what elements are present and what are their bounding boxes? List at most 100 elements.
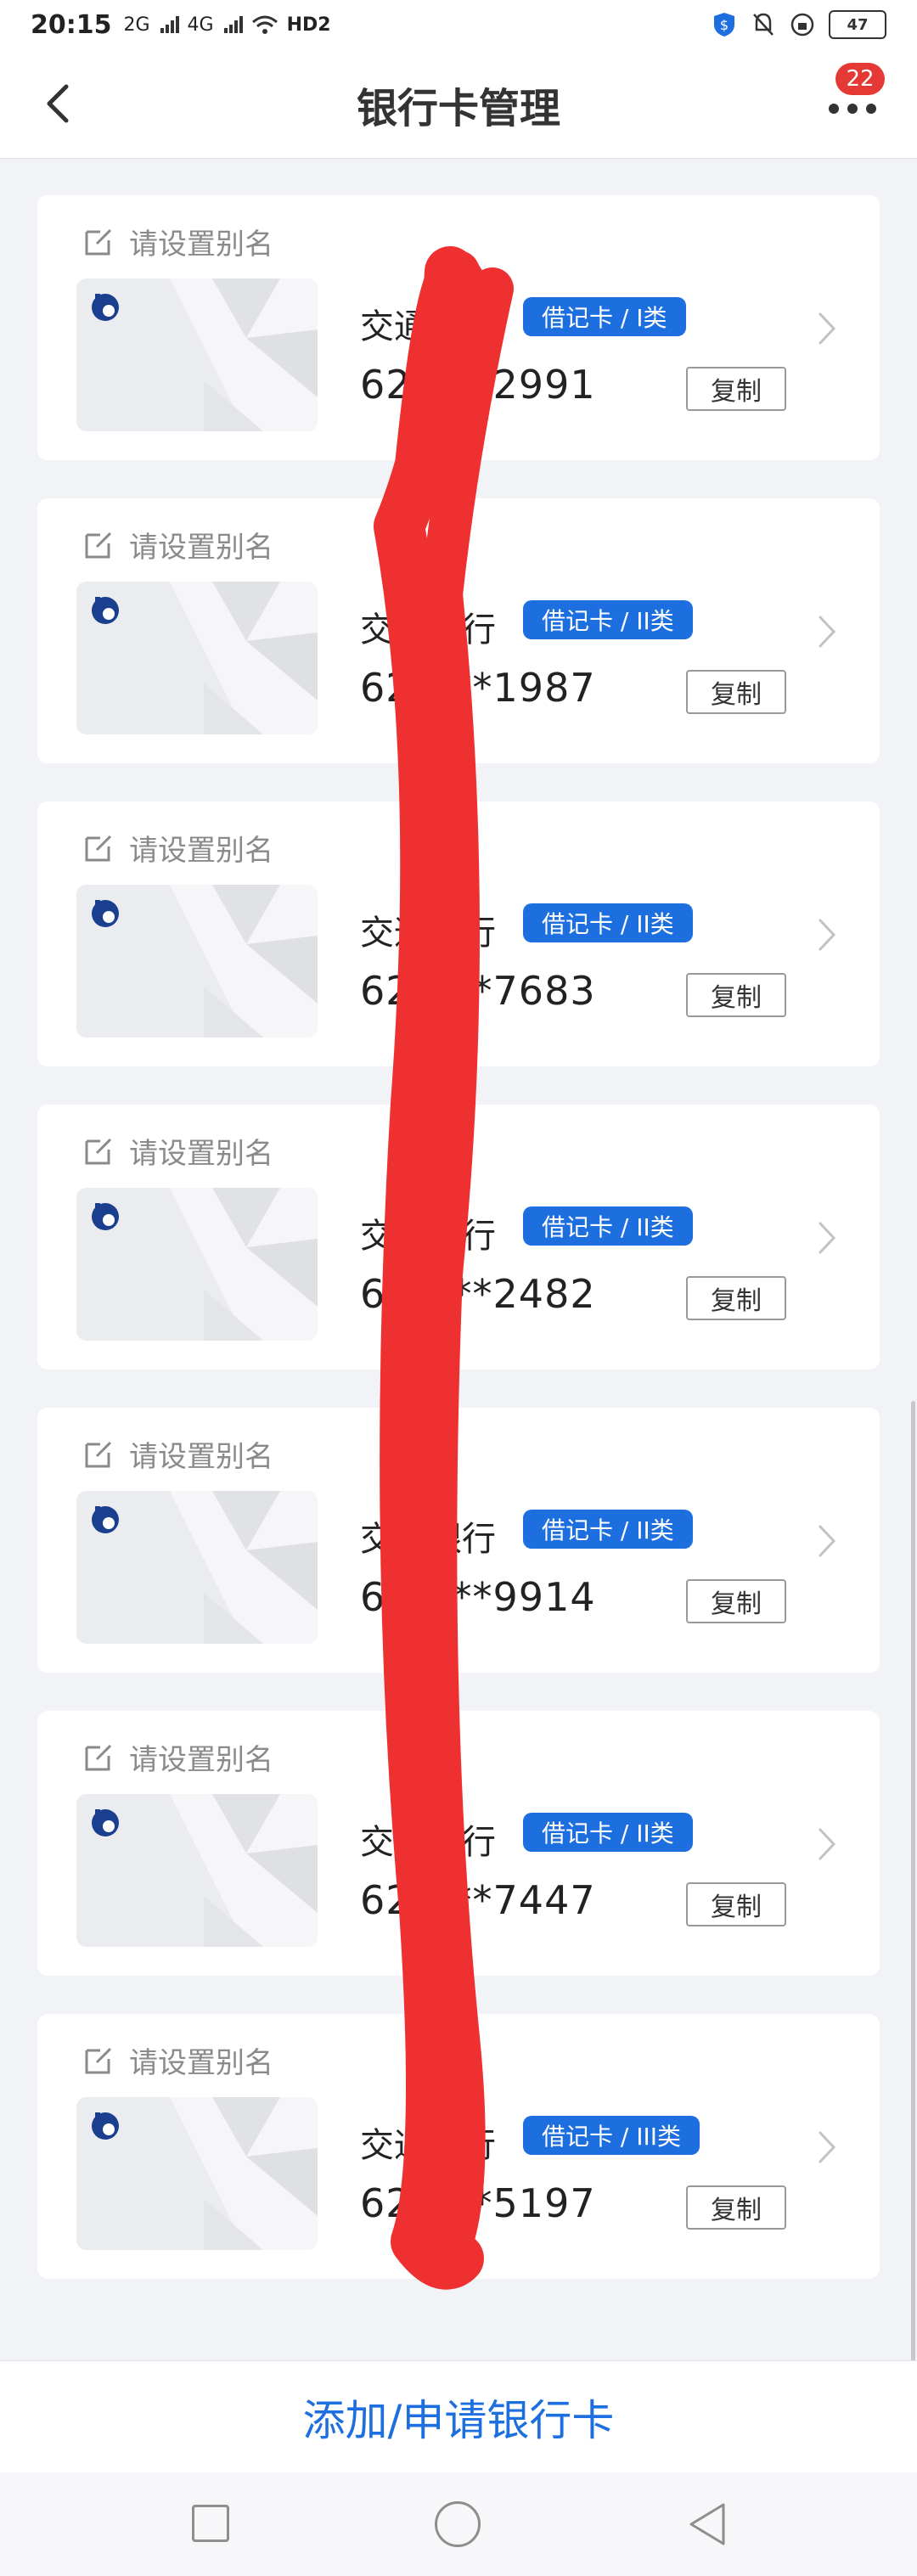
edit-icon — [85, 532, 112, 558]
signal-2g-icon: 2G — [123, 14, 150, 36]
alias-label: 请设置别名 — [129, 2046, 273, 2080]
bank-name: 交通银行 — [360, 1217, 496, 1256]
system-nav-bar — [0, 2472, 917, 2576]
status-network-icons: 2G 4G HD2 — [124, 14, 331, 36]
bank-card-item[interactable]: 请设置别名 交通银行 借记卡 / III类 62****5197 复制 — [37, 2014, 880, 2279]
card-type-tag: 借记卡 / I类 — [523, 297, 686, 336]
home-icon[interactable] — [435, 2501, 481, 2547]
copy-button[interactable]: 复制 — [686, 367, 786, 411]
card-thumbnail — [76, 1491, 318, 1644]
edit-icon — [85, 835, 112, 861]
bank-card-item[interactable]: 请设置别名 交通银行 借记卡 / II类 62****9914 复制 — [37, 1408, 880, 1673]
recent-apps-icon[interactable] — [192, 2505, 229, 2542]
bank-name: 交通银行 — [360, 2126, 496, 2165]
card-type-tag: 借记卡 / II类 — [523, 600, 693, 639]
more-dots-icon[interactable] — [819, 92, 886, 126]
copy-button[interactable]: 复制 — [686, 1276, 786, 1320]
status-time: 20:15 — [31, 9, 112, 40]
copy-button[interactable]: 复制 — [686, 1579, 786, 1623]
card-thumbnail — [76, 1794, 318, 1947]
bank-logo-icon — [92, 900, 119, 927]
card-list: 请设置别名 交通银行 借记卡 / I类 62****2991 复制 请设置别名 … — [37, 195, 880, 2317]
battery-indicator: 47 — [829, 10, 886, 39]
page-title: 银行卡管理 — [356, 85, 560, 132]
card-type-tag: 借记卡 / II类 — [523, 1206, 693, 1246]
bank-name: 交通银行 — [360, 914, 496, 953]
svg-text:$: $ — [720, 17, 729, 33]
bank-logo-icon — [92, 294, 119, 321]
card-thumbnail-art — [76, 1188, 318, 1341]
chevron-right-icon[interactable] — [810, 914, 844, 956]
chevron-right-icon[interactable] — [810, 1217, 844, 1259]
alias-row[interactable]: 请设置别名 — [82, 827, 273, 869]
bank-logo-icon — [92, 2112, 119, 2140]
card-number: 62****9914 — [360, 1574, 596, 1620]
bottom-bar: 添加/申请银行卡 — [0, 2360, 917, 2473]
wifi-icon — [251, 15, 278, 34]
alias-label: 请设置别名 — [129, 228, 273, 262]
bank-card-item[interactable]: 请设置别名 交通银行 借记卡 / II类 62****7447 复制 — [37, 1711, 880, 1976]
bank-name: 交通银行 — [360, 1823, 496, 1862]
card-type-tag: 借记卡 / III类 — [523, 2116, 700, 2155]
bank-card-item[interactable]: 请设置别名 交通银行 借记卡 / II类 62****2482 复制 — [37, 1105, 880, 1370]
card-number: 62****2991 — [360, 362, 596, 408]
back-triangle-icon[interactable] — [686, 2501, 729, 2547]
alias-label: 请设置别名 — [129, 531, 273, 565]
card-thumbnail-art — [76, 1491, 318, 1644]
alias-label: 请设置别名 — [129, 834, 273, 868]
card-thumbnail — [76, 582, 318, 734]
card-thumbnail-art — [76, 2097, 318, 2250]
edit-icon — [85, 2047, 112, 2073]
add-card-button[interactable]: 添加/申请银行卡 — [303, 2387, 615, 2448]
alias-row[interactable]: 请设置别名 — [82, 524, 273, 565]
hd-icon: HD2 — [286, 14, 331, 36]
alias-row[interactable]: 请设置别名 — [82, 2039, 273, 2081]
more-dot — [866, 104, 876, 114]
bank-name: 交通银行 — [360, 307, 496, 346]
chevron-right-icon[interactable] — [810, 2126, 844, 2168]
chevron-right-icon[interactable] — [810, 1823, 844, 1865]
edit-icon — [85, 1744, 112, 1770]
shield-icon: $ — [714, 13, 734, 37]
bank-card-item[interactable]: 请设置别名 交通银行 借记卡 / I类 62****2991 复制 — [37, 195, 880, 460]
edit-icon — [85, 1441, 112, 1467]
notification-badge: 22 — [835, 63, 885, 95]
status-bar: 20:15 2G 4G HD2 $ 47 — [0, 0, 917, 49]
bank-card-item[interactable]: 请设置别名 交通银行 借记卡 / II类 62****7683 复制 — [37, 801, 880, 1066]
card-thumbnail — [76, 885, 318, 1038]
card-thumbnail-art — [76, 1794, 318, 1947]
card-type-tag: 借记卡 / II类 — [523, 1813, 693, 1852]
bank-logo-icon — [92, 1203, 119, 1230]
signal-4g-icon: 4G — [187, 14, 214, 36]
edit-icon — [85, 228, 112, 255]
bank-logo-icon — [92, 1506, 119, 1533]
card-thumbnail-art — [76, 885, 318, 1038]
card-thumbnail-art — [76, 278, 318, 431]
bank-card-item[interactable]: 请设置别名 交通银行 借记卡 / II类 62****1987 复制 — [37, 498, 880, 763]
copy-button[interactable]: 复制 — [686, 2185, 786, 2230]
app-header: 银行卡管理 22 — [0, 49, 917, 159]
alias-row[interactable]: 请设置别名 — [82, 1433, 273, 1475]
scrollbar[interactable] — [911, 1401, 915, 2471]
alias-row[interactable]: 请设置别名 — [82, 1130, 273, 1172]
copy-button[interactable]: 复制 — [686, 973, 786, 1017]
card-number: 62****2482 — [360, 1271, 596, 1317]
card-number: 62****7683 — [360, 968, 596, 1014]
copy-button[interactable]: 复制 — [686, 670, 786, 714]
card-thumbnail — [76, 1188, 318, 1341]
more-dot — [847, 104, 858, 114]
alias-row[interactable]: 请设置别名 — [82, 1736, 273, 1778]
card-number: 62****5197 — [360, 2180, 596, 2226]
card-number: 62****1987 — [360, 665, 596, 711]
card-thumbnail — [76, 2097, 318, 2250]
copy-button[interactable]: 复制 — [686, 1882, 786, 1926]
chevron-right-icon[interactable] — [810, 610, 844, 653]
more-dot — [829, 104, 839, 114]
bank-logo-icon — [92, 1809, 119, 1836]
chevron-right-icon[interactable] — [810, 307, 844, 350]
alias-row[interactable]: 请设置别名 — [82, 221, 273, 262]
alias-label: 请设置别名 — [129, 1137, 273, 1171]
card-thumbnail — [76, 278, 318, 431]
chevron-right-icon[interactable] — [810, 1520, 844, 1562]
card-type-tag: 借记卡 / II类 — [523, 1510, 693, 1549]
